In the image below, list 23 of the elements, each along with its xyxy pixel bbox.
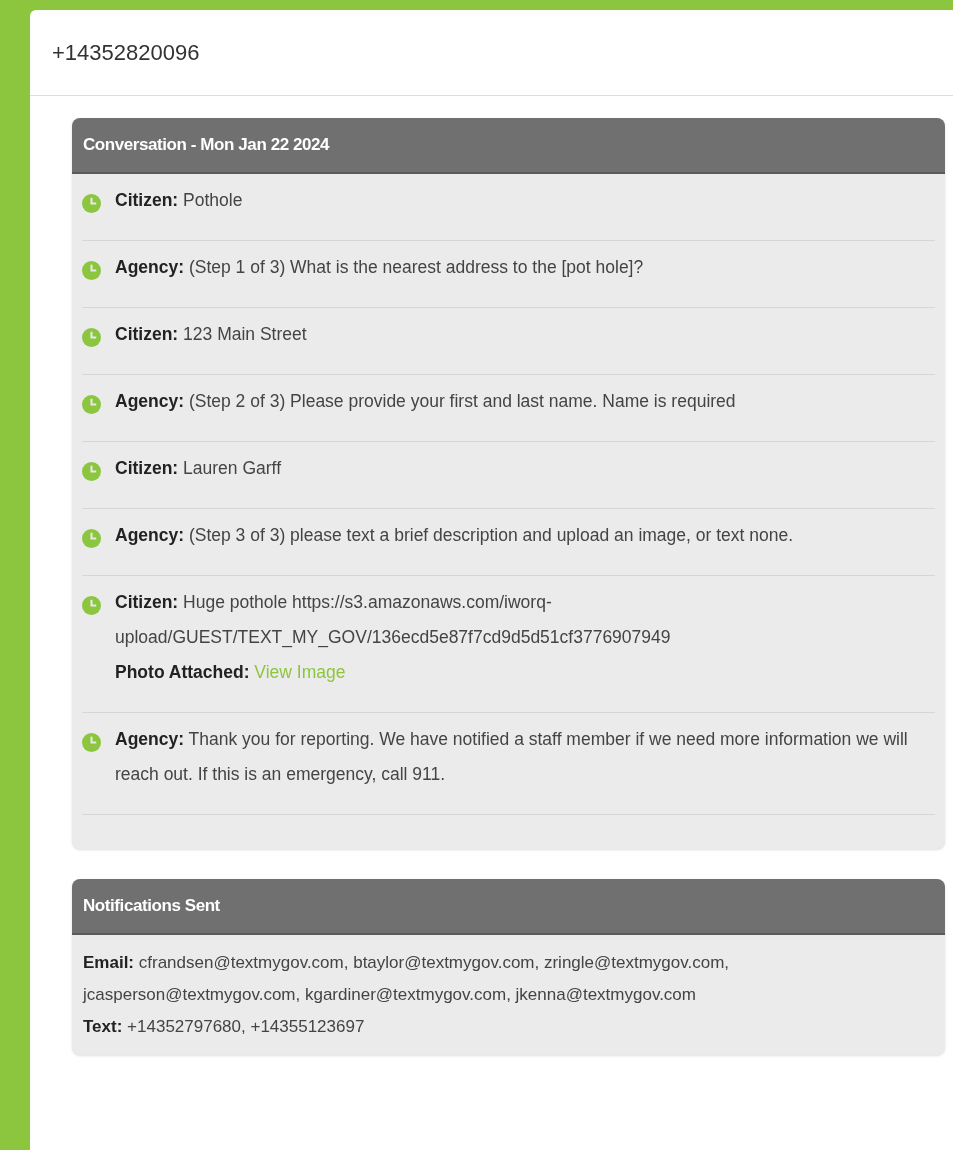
clock-icon: [82, 529, 101, 548]
clock-icon: [82, 328, 101, 347]
message-text: Citizen: Huge pothole https://s3.amazonaws.com/iworq-upload/GUEST/TEXT_MY_GOV/136ecd5e87f7cd9d5d51cf3776907949: [115, 591, 672, 650]
notification-text: Text: +14352797680, +14355123697: [83, 1016, 366, 1038]
message-text: Agency: (Step 3 of 3) please text a brief description and upload an image, or text none.: [115, 524, 794, 547]
clock-icon: [82, 261, 101, 280]
clock-icon: [82, 596, 101, 615]
clock-icon: [82, 395, 101, 414]
clock-icon: [82, 733, 101, 752]
view-image-link[interactable]: View Image: [254, 662, 346, 682]
clock-icon: [82, 462, 101, 481]
message-text: Agency: Thank you for reporting. We have notified a staff member if we need more information we will reach out. If this is an emergency, call 911.: [115, 728, 909, 786]
message-text: Citizen: Lauren Garff: [115, 457, 281, 480]
message-text: Citizen: Pothole: [115, 189, 243, 212]
notification-text: Email: cfrandsen@textmygov.com, btaylor@textmygov.com, zringle@textmygov.com, jcasperson@textmygov.com, kgardiner@textmygov.com, jkenna@textmygov.com: [83, 952, 731, 1006]
message-text: Citizen: 123 Main Street: [115, 323, 307, 346]
attachment-text: Photo Attached: View Image: [115, 661, 347, 684]
panel-title: Conversation - Mon Jan 22 2024: [83, 134, 330, 157]
panel-title: Notifications Sent: [83, 895, 220, 918]
message-text: Agency: (Step 2 of 3) Please provide your first and last name. Name is required: [115, 390, 736, 413]
clock-icon: [82, 194, 101, 213]
message-text: Agency: (Step 1 of 3) What is the nearest address to the [pot hole]?: [115, 256, 644, 279]
dialog-title: +14352820096: [52, 39, 200, 67]
